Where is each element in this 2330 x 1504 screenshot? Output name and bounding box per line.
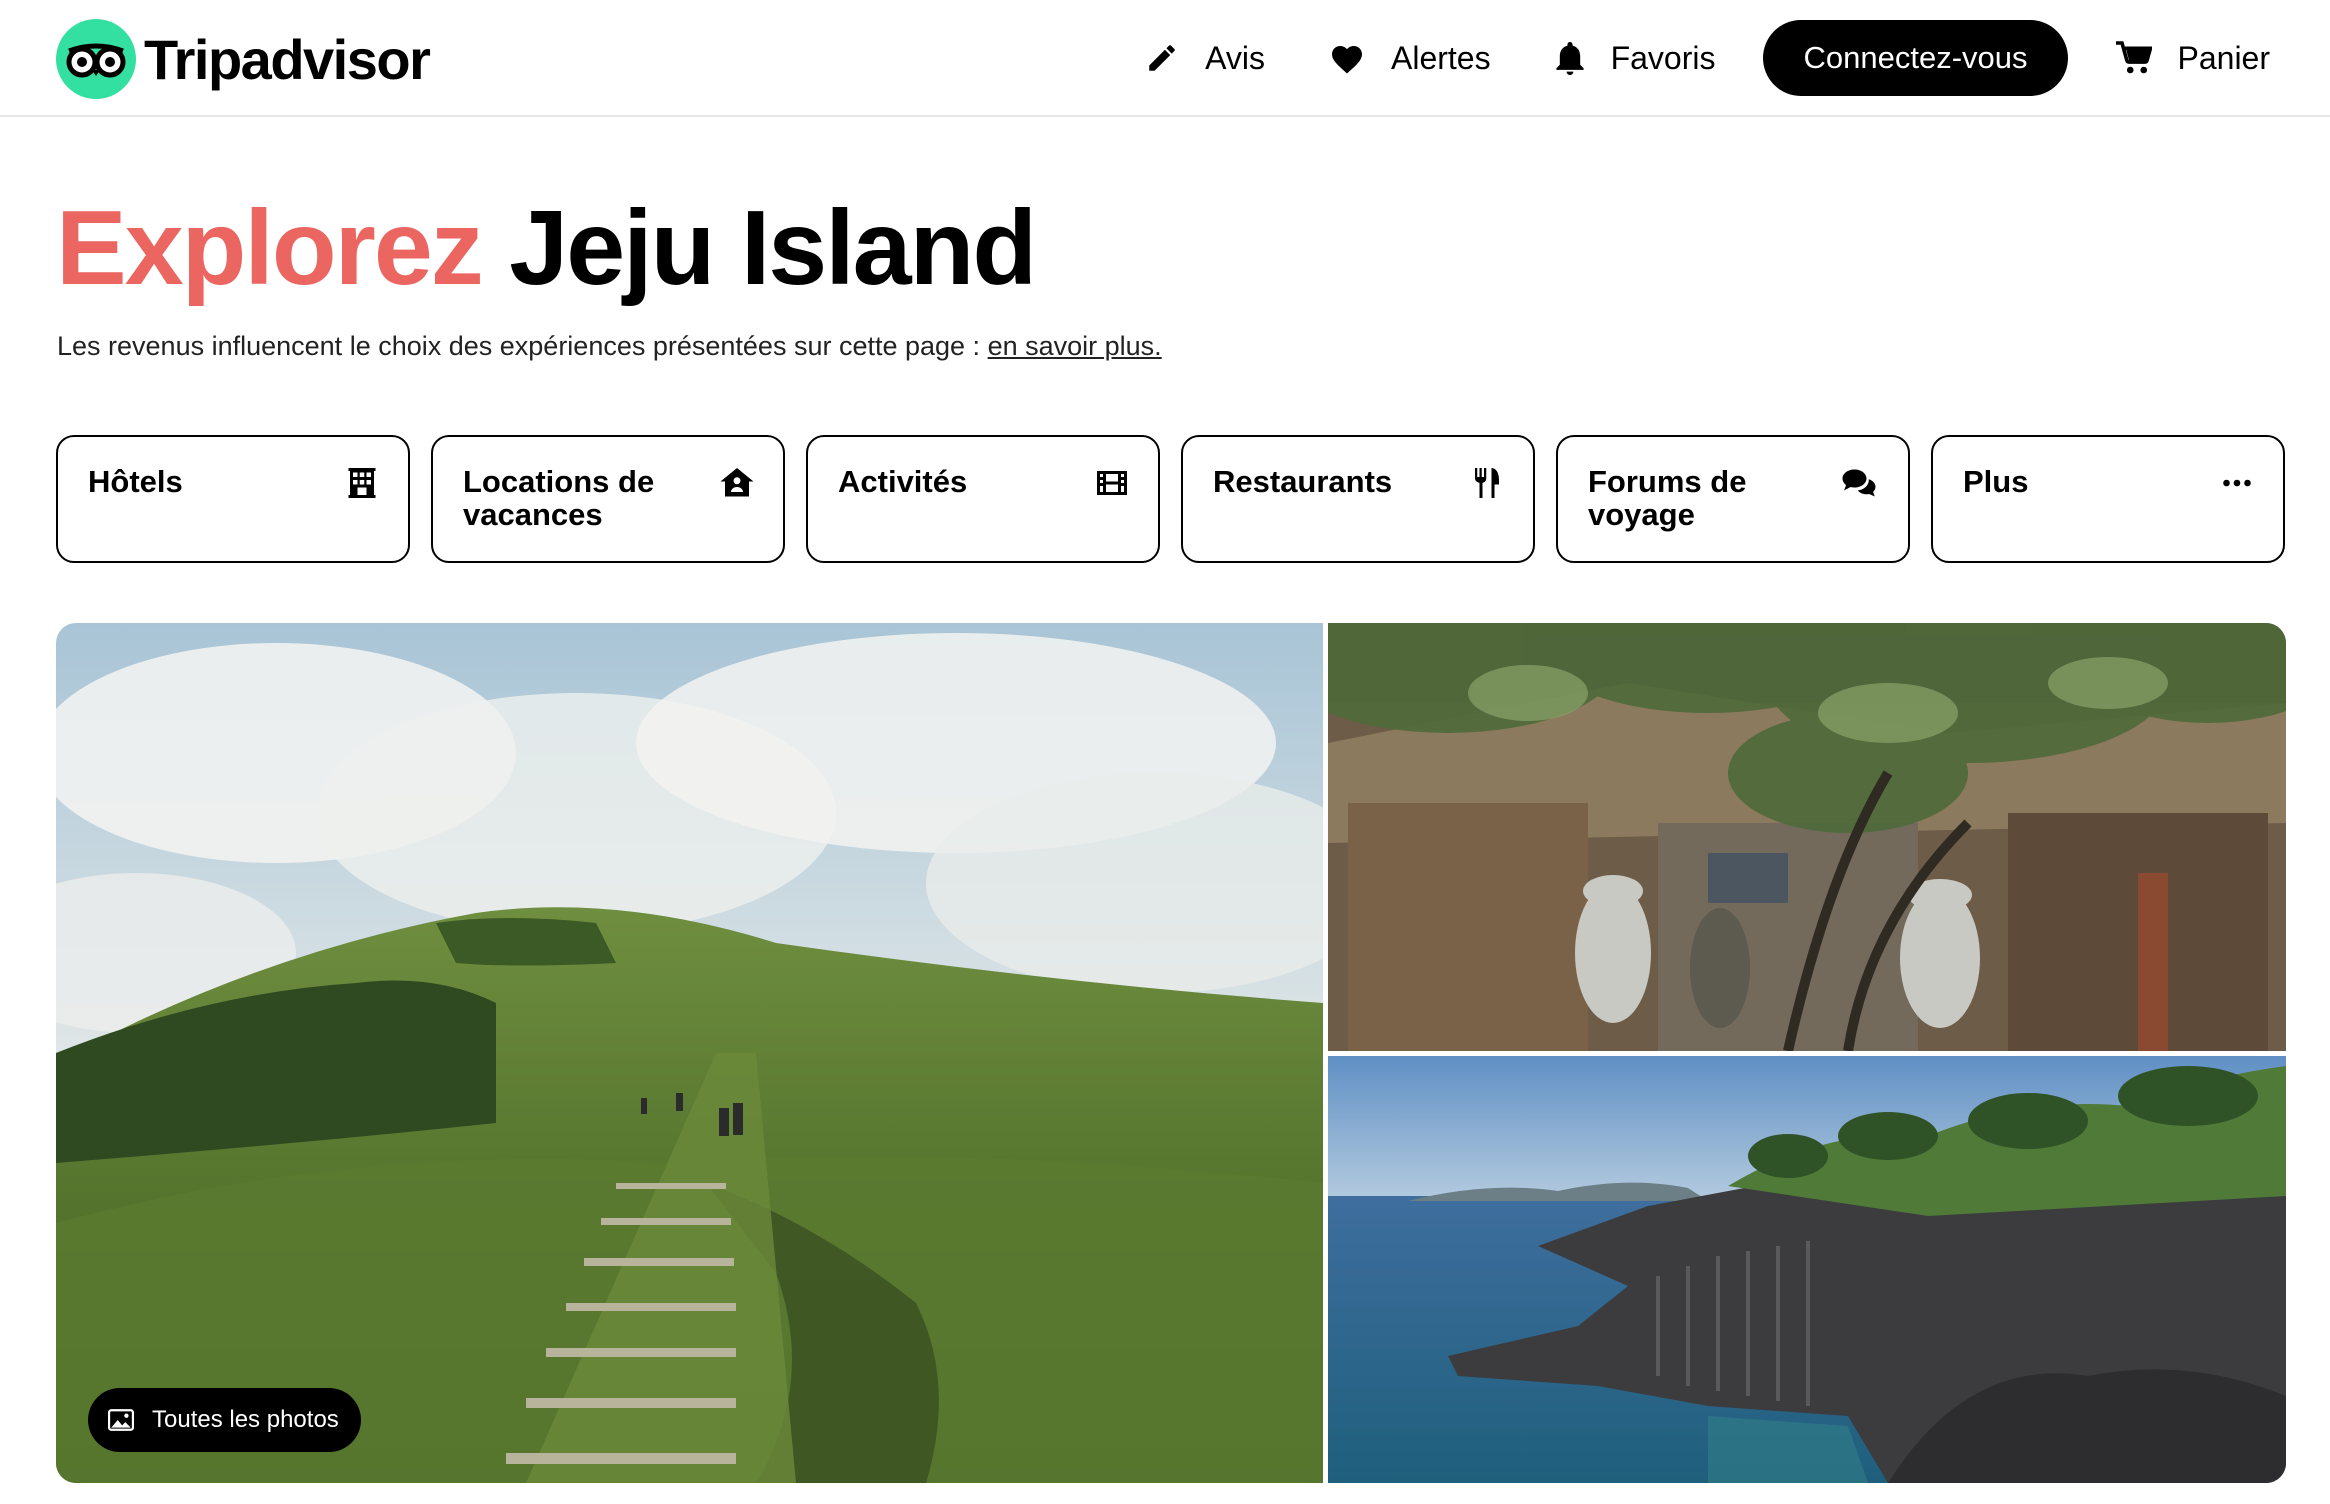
category-label: Forums de voyage (1588, 464, 1747, 532)
coastal-cliffs-photo[interactable] (1328, 1056, 2286, 1483)
nav-reviews-label: Avis (1205, 39, 1265, 76)
fork-knife-icon (1475, 468, 1499, 498)
nav-alerts[interactable]: Alertes (1329, 40, 1491, 77)
category-activities[interactable]: Activités (806, 435, 1160, 563)
nav-favorites-label: Favoris (1610, 39, 1716, 76)
owl-logo-icon (56, 19, 136, 99)
connect-button[interactable]: Connectez-vous (1763, 20, 2068, 96)
nav-reviews[interactable]: Avis (1145, 40, 1265, 77)
more-dots-icon (2223, 479, 2251, 487)
hotel-icon (348, 468, 376, 498)
page-title: Explorez Jeju Island (56, 188, 1037, 308)
top-header: Tripadvisor Avis Alertes Favoris Connect… (0, 0, 2330, 117)
category-vacation-rentals[interactable]: Locations de vacances (431, 435, 785, 563)
category-label: Plus (1963, 464, 2029, 499)
learn-more-link[interactable]: en savoir plus. (988, 331, 1162, 361)
category-label: Activités (838, 464, 968, 499)
pencil-icon (1149, 45, 1175, 71)
revenue-disclosure: Les revenus influencent le choix des exp… (57, 331, 1162, 362)
heart-icon (1331, 46, 1362, 74)
category-travel-forums[interactable]: Forums de voyage (1556, 435, 1910, 563)
category-more[interactable]: Plus (1931, 435, 2285, 563)
ticket-icon (1097, 471, 1127, 495)
nav-alerts-label: Alertes (1390, 39, 1491, 76)
tripadvisor-logo[interactable]: Tripadvisor (56, 18, 431, 100)
nav-cart-label: Panier (2177, 39, 2271, 76)
title-accent: Explorez (56, 189, 484, 307)
hill-path-photo[interactable]: Toutes les photos (56, 623, 1323, 1483)
brand-name: Tripadvisor (144, 27, 431, 91)
title-place: Jeju Island (509, 189, 1037, 307)
all-photos-label: Toutes les photos (152, 1406, 339, 1433)
category-label: Restaurants (1213, 464, 1393, 499)
category-hotels[interactable]: Hôtels (56, 435, 410, 563)
chat-bubbles-icon (1842, 469, 1876, 497)
nav-favorites[interactable]: Favoris (1555, 39, 1716, 77)
folk-village-photo[interactable] (1328, 623, 2286, 1051)
nav-cart[interactable]: Panier (2115, 39, 2271, 77)
house-icon (720, 468, 754, 497)
category-label: Hôtels (88, 464, 183, 499)
disclosure-text: Les revenus influencent le choix des exp… (57, 331, 988, 361)
bell-icon (1555, 41, 1584, 75)
category-restaurants[interactable]: Restaurants (1181, 435, 1535, 563)
image-icon (108, 1409, 134, 1431)
main-nav: Avis Alertes Favoris Connectez-vous Pani… (1145, 20, 2270, 96)
all-photos-button[interactable]: Toutes les photos (88, 1388, 361, 1452)
category-nav: Hôtels Locations de vacances Activités R… (56, 435, 2286, 563)
category-label: Locations de vacances (463, 464, 655, 532)
cart-icon (2115, 41, 2152, 74)
